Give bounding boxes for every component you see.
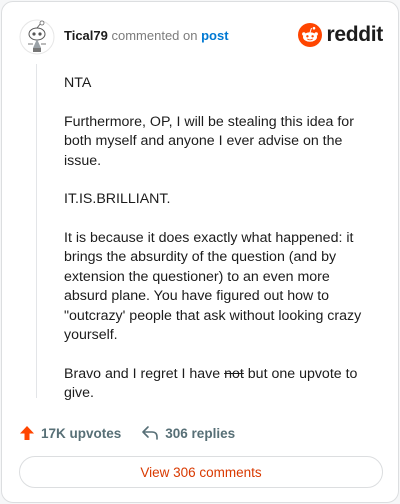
upvote-arrow-icon: [20, 426, 34, 440]
thread-line[interactable]: [36, 64, 37, 398]
commented-on-text: commented on: [111, 28, 198, 43]
comment-paragraph: Furthermore, OP, I will be stealing this…: [64, 113, 354, 169]
avatar[interactable]: [19, 19, 55, 55]
comment-paragraph: IT.IS.BRILLIANT.: [64, 191, 171, 207]
view-comments-button[interactable]: View 306 comments: [19, 456, 383, 488]
comment-byline: Tical79 commented on post: [64, 28, 229, 44]
comment-paragraph: Bravo and I regret I have not but one up…: [64, 365, 364, 404]
comment-body: NTA Furthermore, OP, I will be stealing …: [64, 74, 364, 423]
comment-text: Bravo and I regret I have: [64, 365, 225, 382]
replies-count: 306 replies: [165, 425, 236, 441]
reddit-wordmark: reddit: [326, 23, 383, 46]
strikethrough-text: not: [224, 365, 244, 382]
comment-header: Tical79 commented on post reddit: [2, 2, 398, 68]
comment-paragraph: NTA: [64, 75, 92, 91]
reddit-brand[interactable]: reddit: [298, 22, 383, 48]
snoo-avatar-icon: [19, 19, 55, 55]
post-link[interactable]: post: [201, 28, 228, 43]
upvote-count: 17K upvotes: [41, 425, 122, 441]
comment-actions: 17K upvotes 306 replies: [19, 422, 235, 444]
reply-arrow-icon: [142, 426, 159, 440]
replies-button[interactable]: 306 replies: [141, 425, 235, 441]
reddit-logo-icon: [298, 23, 323, 47]
comment-paragraph: It is because it does exactly what happe…: [64, 229, 362, 344]
comment-card: Tical79 commented on post reddit NTA Fur…: [1, 1, 399, 503]
username-link[interactable]: Tical79: [64, 28, 108, 43]
upvote-button[interactable]: 17K upvotes: [19, 425, 121, 441]
